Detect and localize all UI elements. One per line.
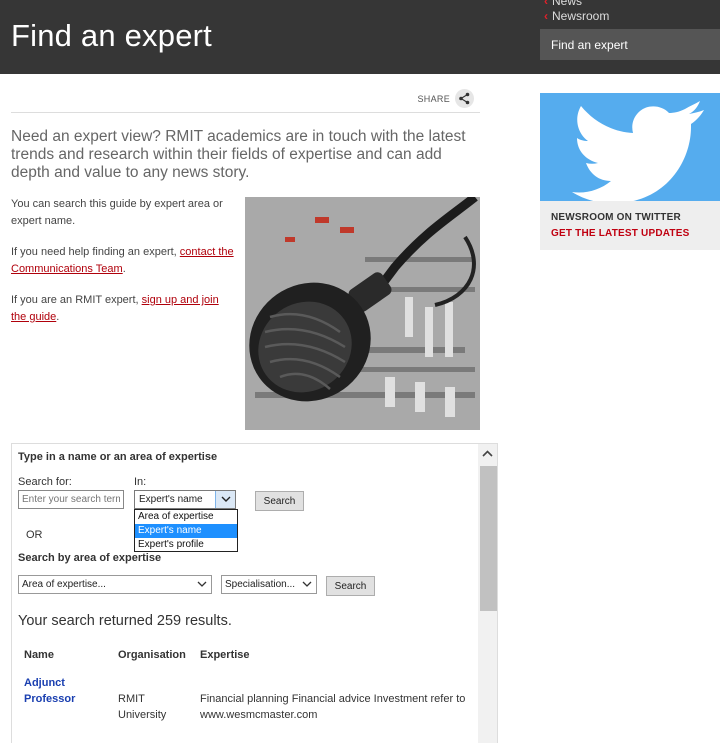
arrow-up-icon[interactable]	[478, 444, 497, 464]
area-select-value: Area of expertise...	[22, 579, 106, 590]
in-label: In:	[134, 476, 147, 488]
share-bar: SHARE	[11, 86, 480, 113]
join-text-lead: If you are an RMIT expert,	[11, 294, 142, 306]
intro-text: Need an expert view? RMIT academics are …	[11, 128, 466, 181]
nav-link-newsroom[interactable]: ‹ Newsroom	[544, 9, 609, 23]
twitter-updates-link[interactable]: GET THE LATEST UPDATES	[551, 228, 689, 239]
search-heading: Type in a name or an area of expertise	[18, 451, 218, 463]
join-text-end: .	[56, 311, 60, 323]
result-name-link[interactable]: Adjunct Professor	[24, 675, 104, 707]
share-icon[interactable]	[455, 89, 474, 108]
nav-link-label: Newsroom	[552, 9, 610, 23]
search-in-select[interactable]: Expert's name	[134, 490, 236, 509]
option-experts-profile[interactable]: Expert's profile	[135, 538, 237, 552]
nav-current-page[interactable]: Find an expert	[540, 29, 720, 60]
twitter-bird-icon	[572, 101, 704, 204]
chevron-down-icon[interactable]	[215, 491, 235, 508]
result-expertise: Financial planning Financial advice Inve…	[200, 693, 466, 721]
share-label[interactable]: SHARE	[417, 94, 450, 104]
area-search-button[interactable]: Search	[326, 576, 375, 596]
chevron-down-icon	[301, 577, 313, 591]
help-text: If you need help finding an expert, cont…	[11, 244, 236, 278]
results-summary: Your search returned 259 results.	[18, 613, 232, 629]
twitter-banner	[540, 93, 720, 204]
search-button[interactable]: Search	[255, 491, 304, 511]
search-guide-text: You can search this guide by expert area…	[11, 198, 223, 227]
chevron-down-icon	[196, 577, 208, 591]
join-text: If you are an RMIT expert, sign up and j…	[11, 292, 236, 326]
result-organisation: RMIT University	[118, 693, 167, 721]
chevron-left-icon: ‹	[544, 9, 548, 23]
help-text-lead: If you need help finding an expert,	[11, 246, 180, 258]
chevron-left-icon: ‹	[544, 0, 548, 8]
area-of-expertise-select[interactable]: Area of expertise...	[18, 575, 212, 594]
column-header-expertise: Expertise	[200, 649, 250, 661]
nav-link-label: News	[552, 0, 583, 8]
microphone-image	[245, 197, 480, 430]
option-area-of-expertise[interactable]: Area of expertise	[135, 510, 237, 524]
search-input[interactable]	[18, 490, 124, 509]
page-header: Find an expert ‹ News ‹ Newsroom Find an e…	[0, 0, 720, 74]
column-header-name: Name	[24, 649, 54, 661]
option-experts-name[interactable]: Expert's name	[135, 524, 237, 538]
search-in-value: Expert's name	[139, 494, 203, 505]
twitter-card[interactable]: NEWSROOM ON TWITTER GET THE LATEST UPDAT…	[540, 93, 720, 250]
search-for-label: Search for:	[18, 476, 72, 488]
spec-select-value: Specialisation...	[225, 579, 296, 590]
nav-link-news[interactable]: ‹ News	[544, 0, 582, 8]
scroll-thumb[interactable]	[480, 466, 497, 611]
help-text-end: .	[122, 263, 126, 275]
specialisation-select[interactable]: Specialisation...	[221, 575, 317, 594]
panel-scrollbar[interactable]	[478, 444, 497, 743]
area-search-heading: Search by area of expertise	[18, 552, 162, 564]
column-header-organisation: Organisation	[118, 649, 186, 661]
page-title: Find an expert	[11, 18, 212, 53]
twitter-card-title: NEWSROOM ON TWITTER	[551, 212, 681, 223]
or-label: OR	[26, 529, 43, 541]
search-in-options: Area of expertise Expert's name Expert's…	[134, 509, 238, 552]
